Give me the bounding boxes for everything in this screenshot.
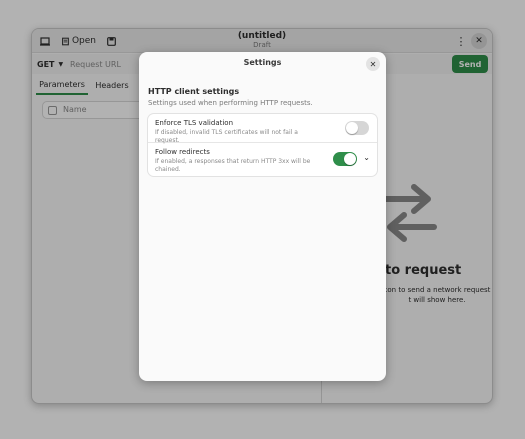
setting-row-redirects[interactable]: Follow redirects If enabled, a responses…: [148, 143, 377, 176]
setting-row-tls: Enforce TLS validation If disabled, inva…: [148, 114, 377, 144]
dialog-close-button[interactable]: ✕: [366, 57, 380, 71]
dialog-title: Settings: [243, 58, 282, 67]
settings-dialog: Settings ✕ HTTP client settings Settings…: [139, 52, 386, 381]
chevron-down-icon[interactable]: ⌄: [363, 153, 370, 162]
switch-knob: [344, 153, 356, 165]
setting-subtitle: If enabled, a responses that return HTTP…: [155, 158, 311, 173]
section-title: HTTP client settings: [148, 87, 240, 96]
switch-knob: [346, 122, 358, 134]
section-description: Settings used when performing HTTP reque…: [148, 99, 313, 107]
setting-title: Enforce TLS validation: [155, 119, 234, 127]
close-icon: ✕: [369, 59, 377, 69]
settings-card: Enforce TLS validation If disabled, inva…: [148, 114, 377, 176]
tls-validation-switch[interactable]: [345, 121, 369, 135]
follow-redirects-switch[interactable]: [333, 152, 357, 166]
setting-title: Follow redirects: [155, 148, 210, 156]
